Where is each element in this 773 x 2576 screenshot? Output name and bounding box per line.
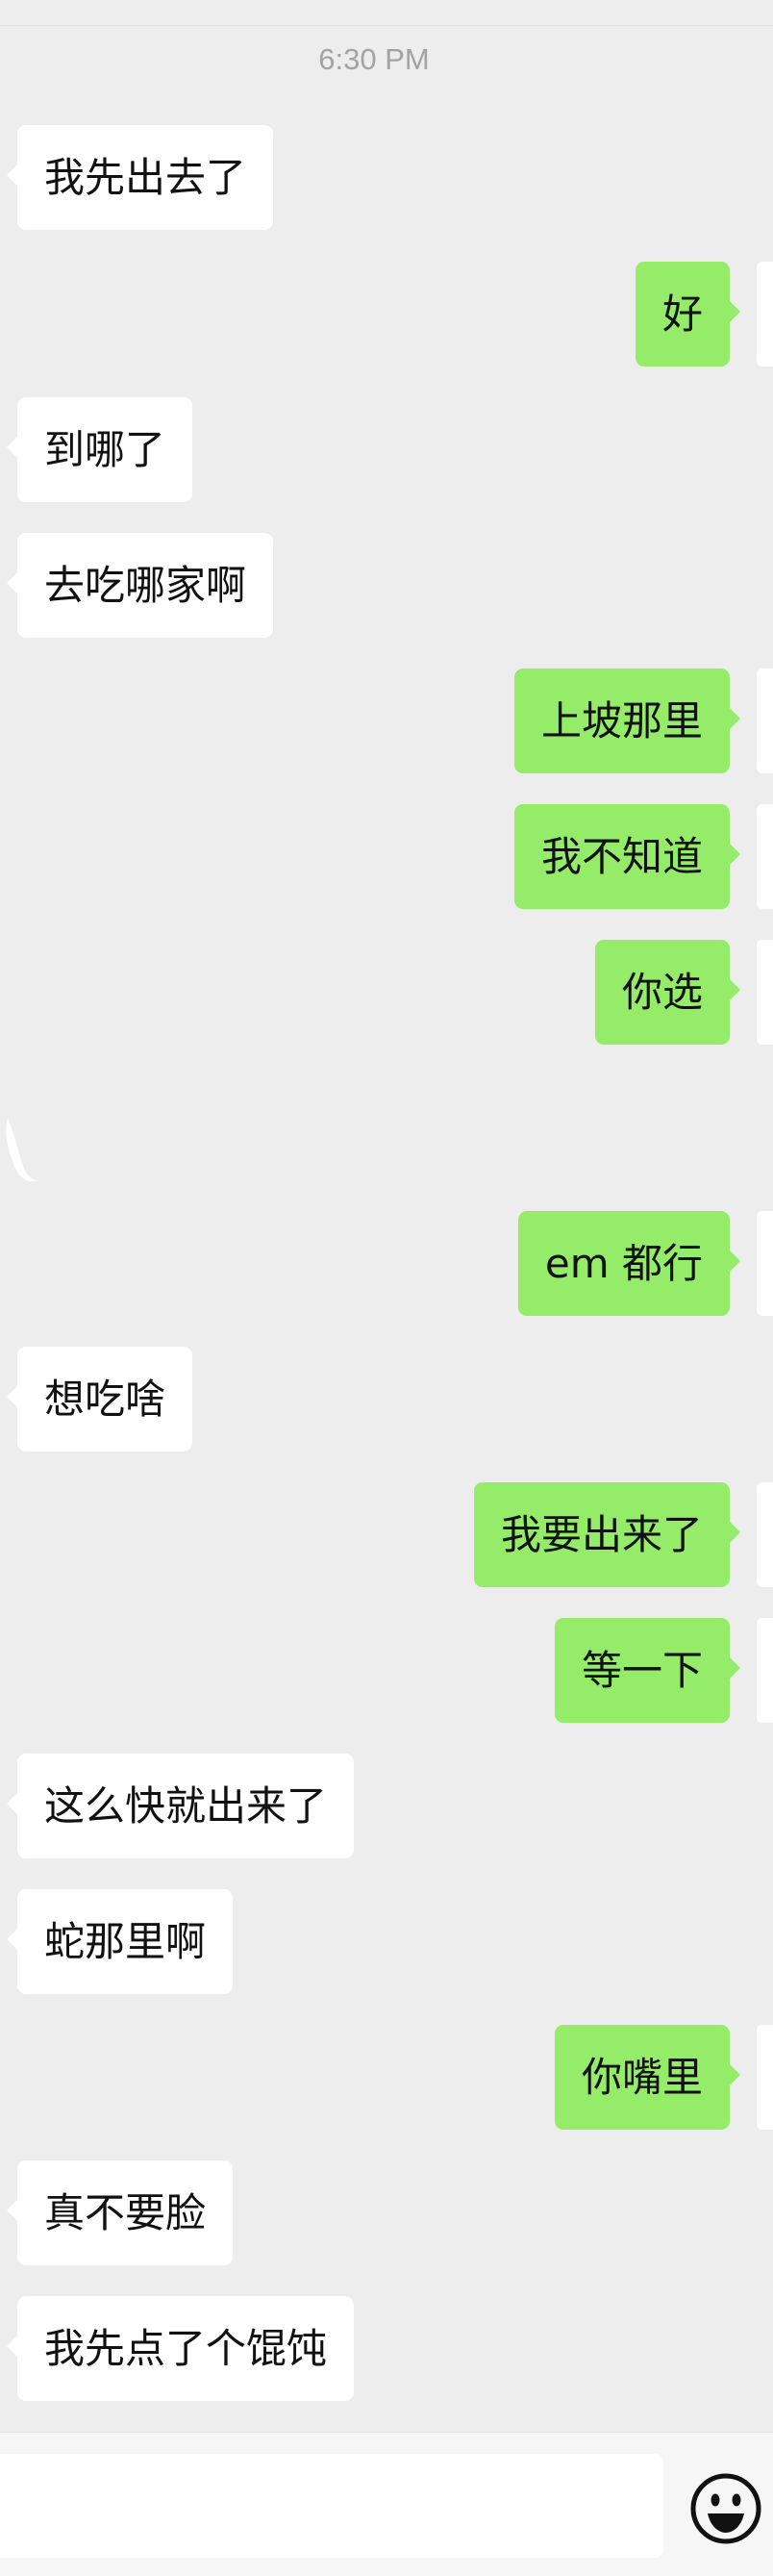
outgoing-message[interactable]: em 都行 [517,1211,741,1316]
timestamp: 6:30 PM [318,42,430,76]
top-divider [0,25,773,26]
outgoing-message[interactable]: 你选 [594,940,741,1045]
message-input[interactable] [0,2454,663,2558]
outgoing-message[interactable]: 你嘴里 [554,2025,741,2130]
self-avatar[interactable] [757,1482,773,1587]
outgoing-message[interactable]: 我要出来了 [473,1482,741,1587]
self-avatar[interactable] [757,1211,773,1316]
incoming-message[interactable]: 这么快就出来了 [6,1754,355,1858]
incoming-message[interactable]: 去吃哪家啊 [6,533,274,638]
incoming-message[interactable]: 我先点了个馄饨 [6,2296,355,2401]
sticker-fragment[interactable] [0,1114,42,1183]
incoming-message[interactable]: 蛇那里啊 [6,1889,234,1994]
outgoing-message[interactable]: 上坡那里 [513,669,741,773]
outgoing-message[interactable]: 等一下 [554,1618,741,1723]
incoming-message[interactable]: 到哪了 [6,397,193,502]
message-composer [0,2432,773,2576]
outgoing-message[interactable]: 好 [635,262,741,366]
smiley-face-icon[interactable] [688,2471,763,2546]
self-avatar[interactable] [757,669,773,773]
self-avatar[interactable] [757,940,773,1045]
incoming-message[interactable]: 真不要脸 [6,2160,234,2265]
outgoing-message[interactable]: 我不知道 [513,804,741,909]
incoming-message[interactable]: 想吃啥 [6,1347,193,1452]
self-avatar[interactable] [757,2025,773,2130]
self-avatar[interactable] [757,804,773,909]
self-avatar[interactable] [757,262,773,366]
self-avatar[interactable] [757,1618,773,1723]
incoming-message[interactable]: 我先出去了 [6,125,274,230]
